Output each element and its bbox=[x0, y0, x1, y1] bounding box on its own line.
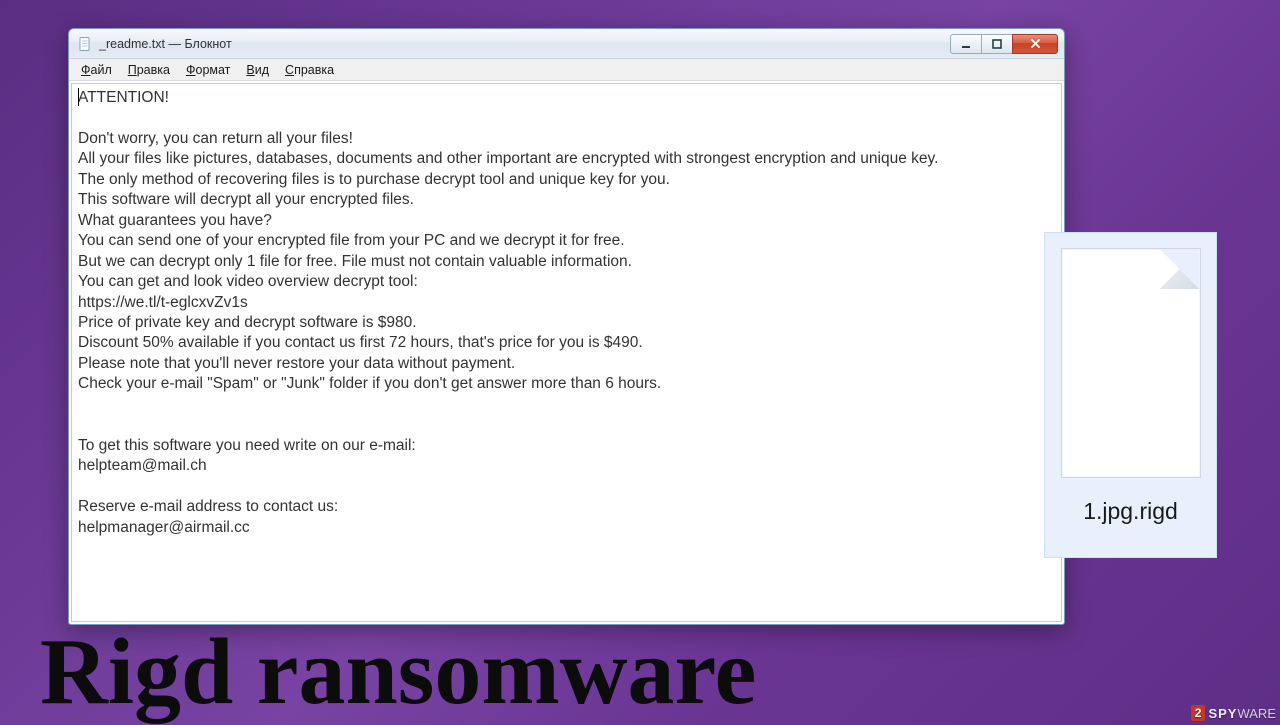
window-titlebar[interactable]: _readme.txt — Блокнот bbox=[69, 29, 1064, 59]
window-controls bbox=[951, 34, 1058, 54]
window-title: _readme.txt — Блокнот bbox=[99, 37, 232, 51]
blank-file-icon[interactable] bbox=[1061, 248, 1201, 478]
menu-edit[interactable]: Правка bbox=[120, 59, 178, 80]
headline-text: Rigd ransomware bbox=[40, 625, 756, 719]
watermark-badge: 2 bbox=[1191, 705, 1206, 721]
minimize-button[interactable] bbox=[950, 34, 982, 54]
watermark-brand: SPY bbox=[1208, 706, 1237, 721]
notepad-document-icon bbox=[77, 36, 93, 52]
maximize-button[interactable] bbox=[981, 34, 1013, 54]
watermark-suffix: WARE bbox=[1237, 706, 1276, 721]
close-button[interactable] bbox=[1012, 34, 1058, 54]
menu-help[interactable]: Справка bbox=[277, 59, 342, 80]
menu-file[interactable]: Файл bbox=[73, 59, 120, 80]
notepad-text-area[interactable]: ATTENTION! Don't worry, you can return a… bbox=[71, 83, 1062, 622]
site-watermark: 2 SPYWARE bbox=[1191, 705, 1276, 721]
menu-format[interactable]: Формат bbox=[178, 59, 238, 80]
menu-bar: Файл Правка Формат Вид Справка bbox=[69, 59, 1064, 81]
encrypted-file-panel: 1.jpg.rigd bbox=[1044, 232, 1217, 558]
encrypted-file-name[interactable]: 1.jpg.rigd bbox=[1083, 498, 1178, 525]
menu-view[interactable]: Вид bbox=[238, 59, 277, 80]
notepad-window: _readme.txt — Блокнот Файл Правка Формат… bbox=[68, 28, 1065, 625]
